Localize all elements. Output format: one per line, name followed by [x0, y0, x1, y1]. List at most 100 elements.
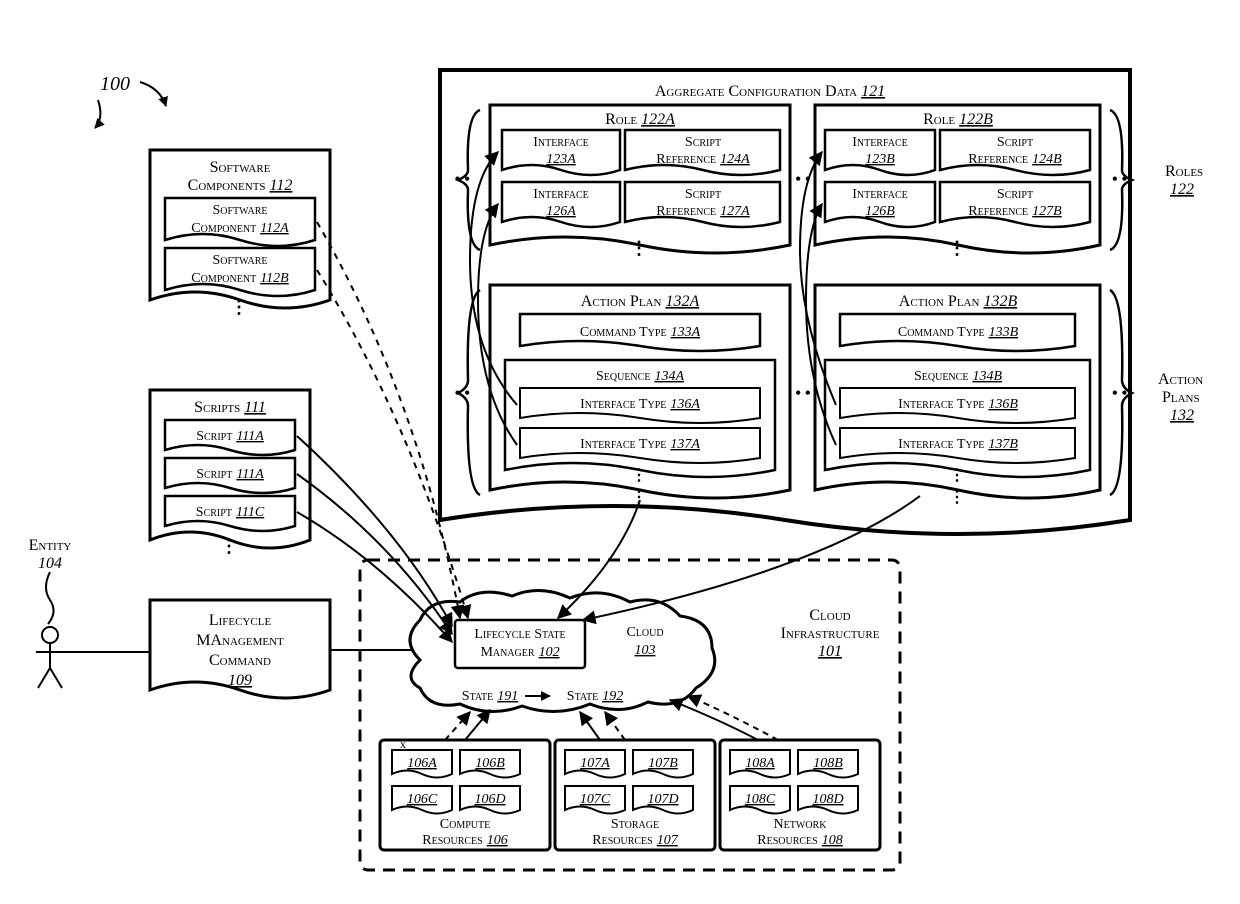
svg-text:109: 109 [228, 672, 252, 689]
svg-text:108A: 108A [745, 756, 775, 771]
svg-text:Plans: Plans [1162, 389, 1200, 406]
svg-text:Storage: Storage [611, 817, 659, 832]
svg-text:Software: Software [212, 253, 267, 268]
scripts-doc: Scripts 111 Script 111A Script 111A Scri… [150, 390, 310, 556]
svg-text:Script: Script [685, 135, 721, 150]
svg-text:Interface: Interface [533, 187, 589, 202]
svg-text:Script 111A: Script 111A [196, 427, 264, 444]
svg-text:Software: Software [210, 159, 271, 176]
svg-text:106A: 106A [407, 756, 437, 771]
svg-text:126B: 126B [865, 204, 895, 219]
svg-text:107B: 107B [648, 756, 678, 771]
svg-text:Scripts 111: Scripts 111 [194, 399, 266, 416]
action-plan-block: Action Plan 132B Command Type 133B Seque… [815, 285, 1100, 506]
svg-text:107D: 107D [647, 792, 678, 807]
svg-text:104: 104 [38, 555, 62, 572]
svg-text:Sequence 134B: Sequence 134B [914, 367, 1002, 384]
svg-text:Resources 107: Resources 107 [592, 831, 678, 848]
svg-text:Component 112A: Component 112A [191, 219, 289, 236]
lifecycle-cmd-doc: Lifecycle MAnagement Command 109 [150, 600, 330, 698]
svg-text:Components 112: Components 112 [188, 177, 293, 194]
svg-text:Cloud: Cloud [626, 625, 663, 640]
svg-text:Script: Script [997, 135, 1033, 150]
svg-text:Reference 124B: Reference 124B [968, 150, 1062, 167]
svg-text:⋮: ⋮ [948, 238, 966, 258]
entity-icon: Entity 104 [29, 537, 72, 688]
svg-text:⋮: ⋮ [949, 489, 965, 506]
svg-text:Entity: Entity [29, 537, 72, 554]
svg-text:• •: • • [455, 385, 470, 402]
aggregate-config-doc: Aggregate Configuration Data 121 Role 12… [440, 70, 1203, 534]
svg-text:Role 122B: Role 122B [923, 111, 993, 128]
svg-text:x: x [400, 737, 406, 751]
svg-text:Script: Script [997, 187, 1033, 202]
svg-text:Reference 127B: Reference 127B [968, 202, 1062, 219]
svg-text:• •: • • [795, 385, 810, 402]
svg-text:100: 100 [100, 73, 130, 95]
svg-text:State 192: State 192 [567, 687, 623, 704]
svg-text:Infrastructure: Infrastructure [781, 625, 880, 642]
svg-text:Command Type 133A: Command Type 133A [580, 323, 701, 340]
svg-text:Interface: Interface [852, 135, 908, 150]
svg-text:Lifecycle State: Lifecycle State [474, 627, 565, 642]
svg-text:Aggregate Configuration Data: Aggregate Configuration Data 121 [655, 83, 885, 100]
svg-text:State 191: State 191 [462, 687, 518, 704]
svg-text:126A: 126A [546, 204, 576, 219]
svg-text:Action Plan 132A: Action Plan 132A [581, 293, 700, 310]
svg-text:Reference 127A: Reference 127A [656, 202, 750, 219]
svg-text:108D: 108D [812, 792, 843, 807]
svg-text:Script: Script [685, 187, 721, 202]
software-components-doc: Software Components 112 Software Compone… [150, 150, 330, 317]
svg-text:Reference 124A: Reference 124A [656, 150, 750, 167]
svg-text:103: 103 [635, 643, 656, 658]
svg-text:Resources 108: Resources 108 [757, 831, 842, 848]
network-resources-box: 108A 108B 108C 108D Network Resources 10… [720, 740, 880, 850]
svg-text:Interface Type 136B: Interface Type 136B [898, 395, 1018, 412]
svg-text:⋮: ⋮ [949, 467, 965, 484]
svg-text:Script 111C: Script 111C [196, 503, 265, 520]
svg-text:Software: Software [212, 203, 267, 218]
svg-text:• •: • • [455, 171, 470, 188]
svg-text:106B: 106B [475, 756, 505, 771]
svg-text:107A: 107A [580, 756, 610, 771]
svg-text:Interface: Interface [533, 135, 589, 150]
svg-text:⋮: ⋮ [631, 467, 647, 484]
svg-text:⋮: ⋮ [230, 297, 248, 317]
svg-text:101: 101 [818, 643, 842, 660]
svg-text:Command Type 133B: Command Type 133B [898, 323, 1019, 340]
svg-text:Cloud: Cloud [809, 607, 850, 624]
svg-text:Interface Type 137B: Interface Type 137B [898, 435, 1018, 452]
svg-text:Compute: Compute [440, 817, 490, 832]
svg-text:123A: 123A [546, 152, 576, 167]
svg-text:⋮: ⋮ [220, 536, 238, 556]
svg-text:Resources 106: Resources 106 [422, 831, 507, 848]
svg-text:Role 122A: Role 122A [605, 111, 675, 128]
role-block: Role 122B Interface 123B Script Referenc… [815, 105, 1100, 258]
svg-text:106C: 106C [407, 792, 438, 807]
svg-text:106D: 106D [474, 792, 505, 807]
svg-text:Interface Type 136A: Interface Type 136A [580, 395, 700, 412]
svg-text:Action: Action [1158, 371, 1203, 388]
action-plan-block: Action Plan 132A Command Type 133A Seque… [490, 285, 790, 506]
svg-text:Script 111A: Script 111A [196, 465, 264, 482]
svg-text:Manager 102: Manager 102 [480, 643, 559, 660]
svg-text:Sequence 134A: Sequence 134A [596, 367, 684, 384]
svg-text:⋮: ⋮ [630, 238, 648, 258]
svg-text:132: 132 [1170, 407, 1194, 424]
svg-text:Interface Type 137A: Interface Type 137A [580, 435, 700, 452]
compute-resources-box: 106A x 106B 106C 106D Compute Resources … [380, 737, 550, 850]
svg-text:123B: 123B [865, 152, 895, 167]
storage-resources-box: 107A 107B 107C 107D Storage Resources 10… [555, 740, 715, 850]
figure-number: 100 [95, 73, 166, 128]
svg-text:107C: 107C [580, 792, 611, 807]
svg-text:MAnagement: MAnagement [196, 632, 284, 649]
svg-text:Interface: Interface [852, 187, 908, 202]
svg-text:Action Plan 132B: Action Plan 132B [899, 293, 1018, 310]
svg-text:Roles: Roles [1165, 163, 1203, 180]
svg-text:Component 112B: Component 112B [191, 269, 289, 286]
role-block: Role 122A Interface 123A Script Referenc… [490, 105, 790, 258]
svg-text:108B: 108B [813, 756, 843, 771]
svg-text:Network: Network [774, 817, 828, 832]
svg-text:Lifecycle: Lifecycle [209, 612, 272, 629]
svg-text:Command: Command [209, 652, 271, 669]
